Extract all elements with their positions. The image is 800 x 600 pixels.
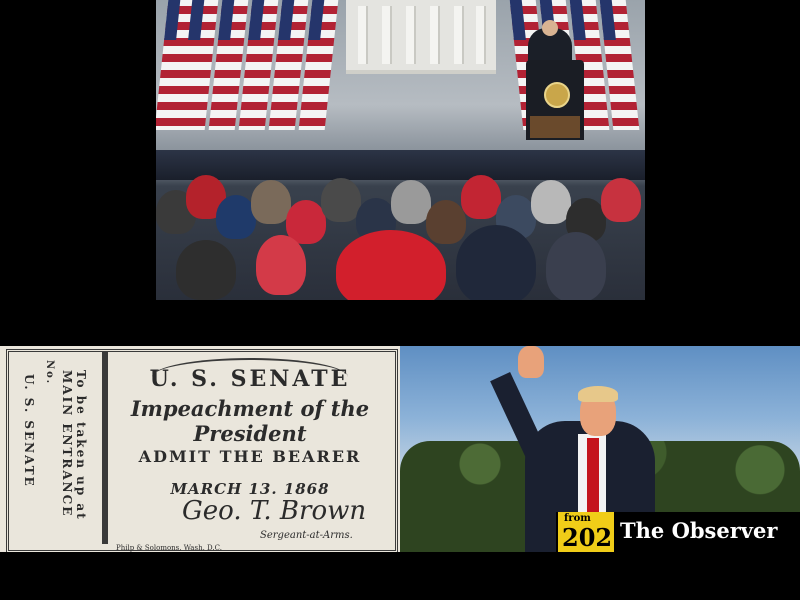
- raised-hand: [518, 346, 544, 378]
- observer-badge: from 2021 The Observer: [556, 512, 800, 552]
- ticket-stub: U. S. SENATE No. To be taken up at MAIN …: [10, 352, 108, 544]
- hair: [578, 386, 618, 402]
- red-tie: [587, 438, 599, 513]
- stub-senate-text: U. S. SENATE: [22, 374, 36, 488]
- year-box: from 2021: [558, 512, 629, 552]
- presidential-seal: [544, 82, 570, 108]
- ticket-signature: Geo. T. Brown: [182, 496, 367, 526]
- stub-number-label: No.: [44, 360, 55, 386]
- podium: [526, 60, 584, 140]
- ticket-main: U. S. SENATE Impeachment of the Presiden…: [112, 352, 388, 552]
- ticket-title: U. S. SENATE: [149, 366, 351, 392]
- impeachment-ticket: U. S. SENATE No. To be taken up at MAIN …: [0, 346, 400, 552]
- year-label: 2021: [562, 523, 629, 552]
- crowd: [156, 170, 645, 300]
- ticket-admit: ADMIT THE BEARER: [138, 447, 362, 466]
- brand-name: The Observer: [620, 518, 778, 543]
- ticket-printer: Philp & Solomons, Wash. D.C.: [116, 544, 222, 552]
- white-house-building: [346, 0, 496, 74]
- ticket-signer-title: Sergeant-at-Arms.: [260, 530, 353, 541]
- rally-photo: [156, 0, 645, 300]
- ticket-subtitle: Impeachment of the President: [130, 396, 370, 446]
- stub-entrance-text: To be taken up at MAIN ENTRANCE: [60, 370, 88, 521]
